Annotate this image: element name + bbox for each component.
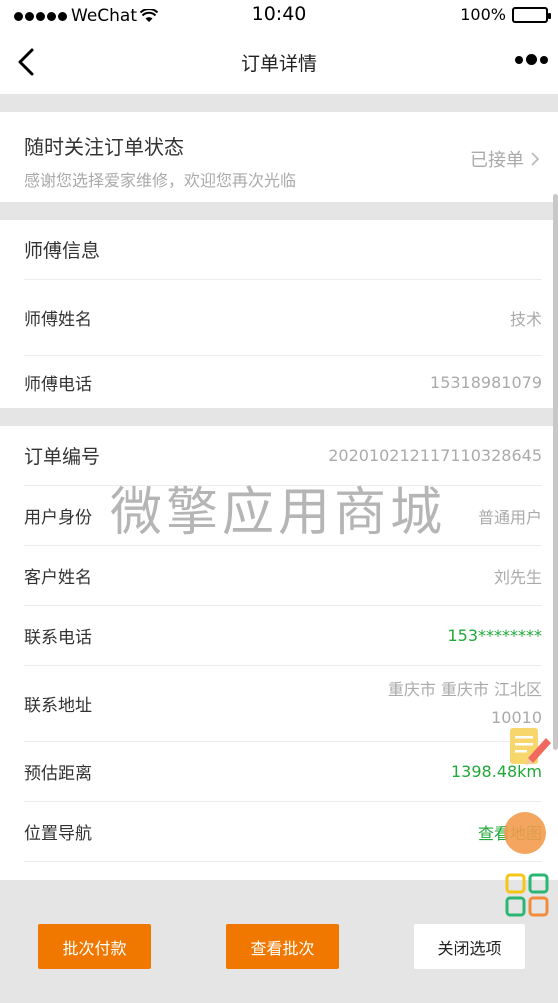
page-title: 订单详情 [240,53,317,75]
master-section-header: 师傅信息 [24,220,542,280]
order-status-card[interactable]: 随时关注订单状态 感谢您选择爱家维修，欢迎您再次光临 已接单 [0,112,558,202]
battery-percent: 100% [460,5,506,24]
contact-phone-label: 联系电话 [24,628,92,648]
more-dots-icon[interactable] [515,54,548,65]
contact-address-label: 联系地址 [24,696,92,716]
customer-name-label: 客户姓名 [24,568,92,588]
distance-label: 预估距离 [24,764,92,784]
bottom-action-bar: 批次付款 查看批次 关闭选项 [0,880,558,1003]
master-phone-row[interactable]: 师傅电话 15318981079 [24,356,542,408]
page-content[interactable]: 随时关注订单状态 感谢您选择爱家维修，欢迎您再次光临 已接单 师傅信息 师傅姓名… [0,94,558,1003]
map-navigation-label: 位置导航 [24,824,92,844]
note-pencil-icon[interactable] [506,724,552,770]
contact-phone-value[interactable]: 153******** [447,626,542,645]
view-batch-button[interactable]: 查看批次 [226,924,339,969]
distance-row: 预估距离 1398.48km [24,742,542,802]
grid-apps-icon[interactable] [504,872,550,918]
batch-pay-button[interactable]: 批次付款 [38,924,151,969]
status-bar: WeChat 10:40 100% [0,0,558,30]
user-identity-value: 普通用户 [477,507,542,527]
order-status-heading: 随时关注订单状态 [24,135,184,159]
contact-address-row: 联系地址 重庆市 重庆市 江北区 10010 [24,666,542,742]
order-status-text: 已接单 [470,150,524,171]
floating-action-button[interactable] [504,812,546,854]
watermark: 微擎应用商城 [110,483,447,543]
master-section-title: 师傅信息 [24,240,101,262]
order-status-subtitle: 感谢您选择爱家维修，欢迎您再次光临 [24,171,297,190]
user-identity-label: 用户身份 [24,508,92,528]
address-line-1: 重庆市 重庆市 江北区 [387,679,542,699]
chevron-right-icon [531,152,540,166]
master-name-label: 师傅姓名 [24,310,92,330]
master-phone-value[interactable]: 15318981079 [430,373,542,392]
battery-icon [512,6,551,23]
customer-name-row: 客户姓名 刘先生 [24,546,542,606]
battery-indicator: 100% [460,5,551,24]
order-number-value: 20201021211711032864​5 [328,446,542,465]
scrollbar[interactable] [553,194,558,750]
master-phone-label: 师傅电话 [24,374,92,395]
close-options-button[interactable]: 关闭选项 [414,924,525,969]
customer-name-value: 刘先生 [493,567,542,587]
master-name-row: 师傅姓名 技术 [24,280,542,356]
contact-phone-row[interactable]: 联系电话 153******** [24,606,542,666]
order-status-value[interactable]: 已接单 [470,146,540,172]
master-info-card: 师傅信息 师傅姓名 技术 师傅电话 15318981079 [0,220,558,408]
order-number-label: 订单编号 [24,446,101,468]
map-navigation-row[interactable]: 位置导航 查看地图 [24,802,542,862]
master-name-value: 技术 [509,309,542,329]
nav-bar: 订单详情 [0,30,558,94]
